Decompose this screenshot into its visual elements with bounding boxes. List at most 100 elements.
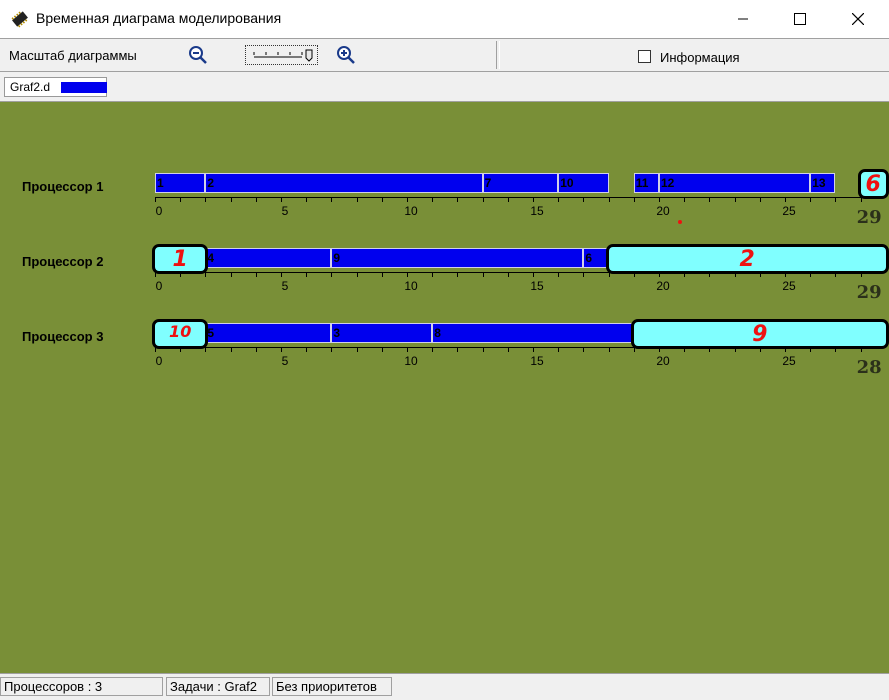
task-bar[interactable]: 10 — [558, 173, 609, 193]
toolbar: Масштаб диаграммы Информация — [0, 38, 889, 72]
axis-tick-label: 5 — [281, 204, 289, 218]
task-bar[interactable]: 5 — [205, 323, 332, 343]
axis-tick — [432, 272, 434, 277]
axis-tick — [331, 272, 333, 277]
zoom-in-icon[interactable] — [336, 45, 356, 65]
scale-label: Масштаб диаграммы — [9, 48, 137, 63]
annotation-box: 6 — [857, 169, 889, 199]
axis-tick — [205, 347, 207, 352]
task-bar[interactable]: 9 — [331, 248, 584, 268]
axis-tick — [608, 347, 610, 352]
annotation-box: 10 — [152, 319, 209, 349]
axis-tick — [230, 197, 232, 202]
annotation-number: 10 — [169, 322, 192, 341]
minimize-button[interactable] — [720, 0, 766, 38]
axis-tick — [331, 347, 333, 352]
task-label: 7 — [484, 176, 492, 190]
axis-tick — [558, 272, 560, 277]
axis-tick — [230, 347, 232, 352]
task-label: 4 — [207, 251, 215, 265]
task-label: 13 — [812, 176, 826, 190]
annotation-box: 9 — [630, 319, 889, 349]
toolbar-separator — [496, 41, 500, 69]
task-label: 2 — [207, 176, 215, 190]
axis-tick — [407, 272, 408, 277]
axis-tick-label: 0 — [155, 204, 163, 218]
axis-tick-label: 20 — [656, 279, 670, 293]
axis-tick — [558, 347, 560, 352]
task-bar[interactable]: 11 — [633, 173, 659, 193]
processor-label: Процессор 3 — [22, 329, 104, 344]
axis-tick — [356, 272, 358, 277]
axis-tick — [381, 272, 383, 277]
axis-tick — [331, 197, 333, 202]
close-button[interactable] — [835, 0, 881, 38]
task-label: 12 — [661, 176, 675, 190]
info-checkbox[interactable] — [638, 50, 651, 63]
maximize-button[interactable] — [777, 0, 823, 38]
axis-tick — [356, 347, 358, 352]
axis-tick-label: 15 — [530, 204, 544, 218]
task-bar[interactable]: 1 — [155, 173, 206, 193]
task-label: 10 — [560, 176, 574, 190]
axis-tick-label: 5 — [281, 279, 289, 293]
axis-tick-label: 10 — [404, 279, 418, 293]
task-bar[interactable]: 2 — [205, 173, 483, 193]
axis-tick — [407, 347, 408, 352]
axis-tick — [583, 197, 585, 202]
task-label: 11 — [635, 176, 649, 190]
axis-tick — [558, 197, 560, 202]
axis-tick — [457, 197, 459, 202]
axis-tick — [709, 197, 711, 202]
axis-tick — [835, 197, 837, 202]
axis-tick — [583, 347, 585, 352]
file-name-box[interactable]: Graf2.d — [4, 77, 107, 97]
slider-track-icon — [253, 49, 313, 62]
status-tasks: Задачи : Graf2 — [166, 677, 270, 696]
file-name-selection — [61, 82, 107, 93]
axis-tick — [583, 272, 585, 277]
axis-tick — [306, 347, 308, 352]
axis-tick — [381, 347, 383, 352]
window-title: Временная диаграма моделирования — [36, 10, 282, 26]
file-name: Graf2.d — [10, 80, 51, 94]
info-label[interactable]: Информация — [660, 50, 740, 65]
task-bar[interactable]: 3 — [331, 323, 433, 343]
task-bar[interactable]: 7 — [482, 173, 559, 193]
zoom-slider[interactable] — [245, 45, 318, 65]
task-label: 5 — [207, 326, 215, 340]
axis-tick — [281, 272, 282, 277]
close-icon — [852, 13, 864, 25]
axis-tick-label: 25 — [782, 204, 796, 218]
task-label: 3 — [333, 326, 341, 340]
task-label: 8 — [434, 326, 441, 340]
task-bar[interactable]: 12 — [659, 173, 811, 193]
status-bar: Процессоров : 3 Задачи : Graf2 Без приор… — [0, 673, 889, 700]
annotation-number: 6 — [865, 172, 881, 197]
axis-tick-label: 25 — [782, 279, 796, 293]
task-bar[interactable]: 6 — [583, 248, 609, 268]
task-bar[interactable]: 8 — [432, 323, 634, 343]
axis-tick — [281, 347, 282, 352]
axis-tick — [533, 347, 534, 352]
chip-icon — [11, 11, 28, 28]
annotation-box: 2 — [605, 244, 889, 274]
processor-label: Процессор 1 — [22, 179, 104, 194]
title-bar: Временная диаграма моделирования — [0, 0, 889, 38]
task-bar[interactable]: 4 — [205, 248, 332, 268]
axis-tick — [608, 197, 610, 202]
timing-diagram: Процессор 1 1 2 7 10 11 12 13 0 5 10 15 20 25 6 29 Проце… — [0, 102, 889, 673]
axis-tick — [482, 272, 484, 277]
axis-tick — [356, 197, 358, 202]
status-tasks-label: Задачи : — [170, 679, 221, 694]
axis-tick — [759, 197, 761, 202]
annotation-number: 9 — [752, 322, 768, 347]
axis-tick — [684, 197, 686, 202]
zoom-out-icon[interactable] — [188, 45, 208, 65]
axis-tick — [659, 197, 660, 202]
task-bar[interactable]: 13 — [810, 173, 836, 193]
axis-tick — [306, 272, 308, 277]
task-label: 6 — [585, 251, 593, 265]
maximize-icon — [794, 13, 806, 25]
status-tasks-value: Graf2 — [224, 679, 258, 694]
